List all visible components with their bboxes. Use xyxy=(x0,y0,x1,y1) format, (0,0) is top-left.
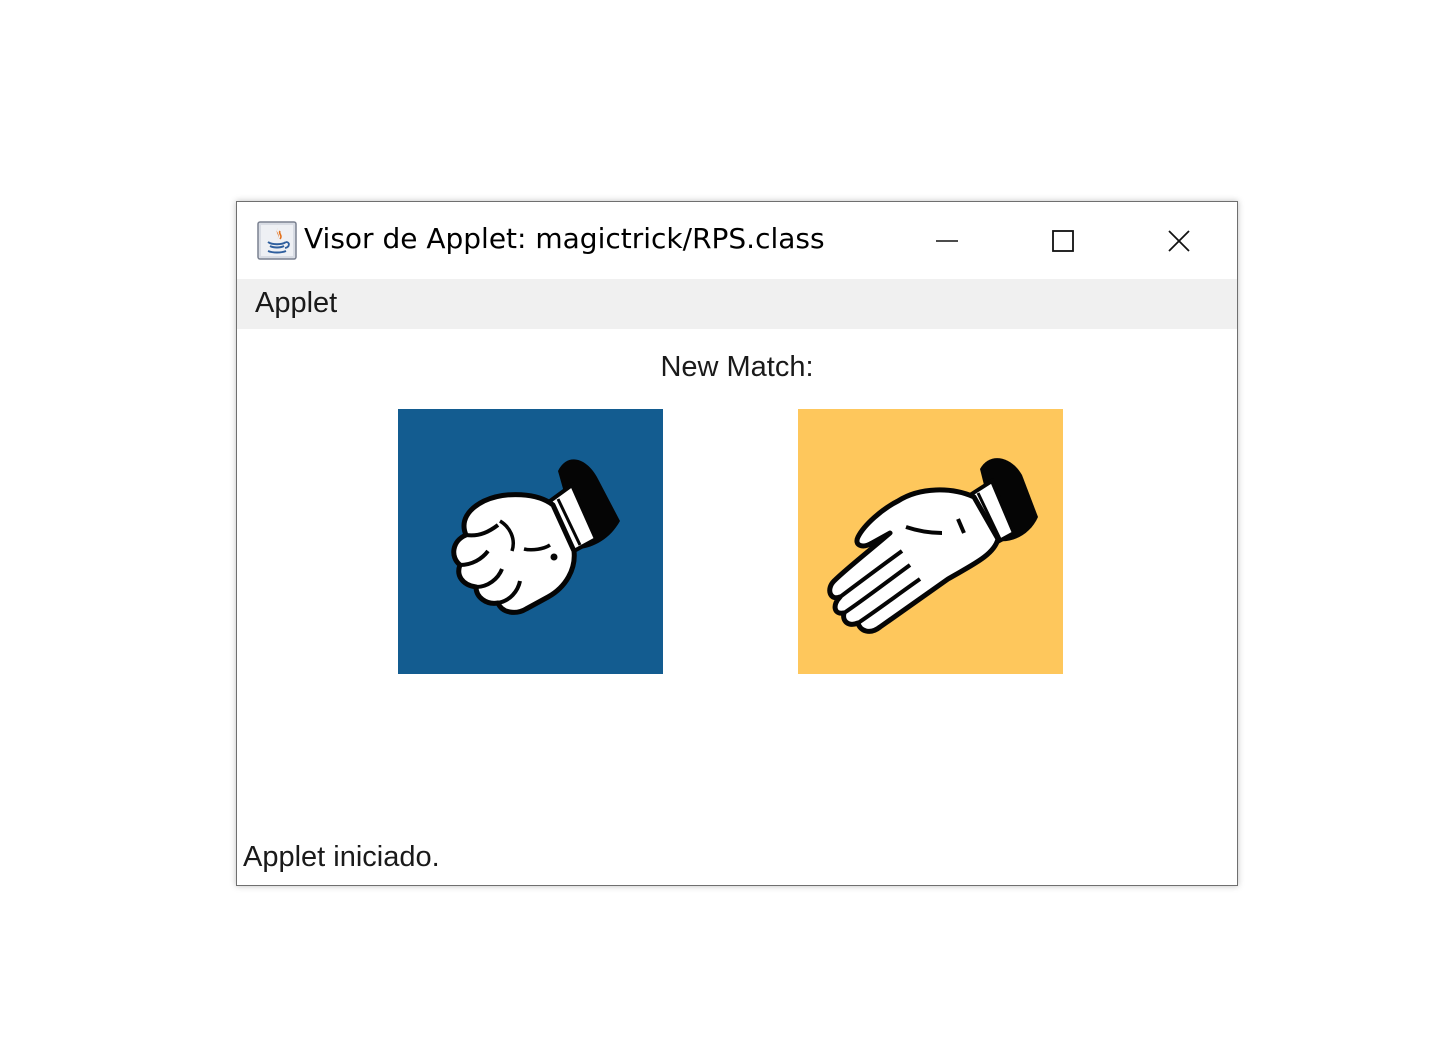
window-title: Visor de Applet: magictrick/RPS.class xyxy=(304,222,825,255)
title-bar[interactable]: Visor de Applet: magictrick/RPS.class xyxy=(237,202,1237,279)
maximize-icon xyxy=(1052,229,1074,252)
fist-icon xyxy=(451,459,620,615)
applet-content: New Match: Applet iniciado. xyxy=(237,329,1237,885)
java-icon xyxy=(257,221,297,260)
status-text: Applet iniciado. xyxy=(243,841,440,873)
close-icon xyxy=(1168,229,1190,252)
menu-bar: Applet xyxy=(237,279,1237,329)
rock-choice-button[interactable] xyxy=(398,409,663,674)
minimize-button[interactable] xyxy=(889,202,1005,279)
maximize-button[interactable] xyxy=(1005,202,1121,279)
paper-choice-button[interactable] xyxy=(798,409,1063,674)
minimize-icon xyxy=(936,239,958,242)
close-button[interactable] xyxy=(1121,202,1237,279)
open-hand-icon xyxy=(827,458,1038,634)
applet-viewer-window: Visor de Applet: magictrick/RPS.class Ap… xyxy=(236,201,1238,886)
menu-applet[interactable]: Applet xyxy=(255,287,337,320)
new-match-label: New Match: xyxy=(660,351,814,383)
